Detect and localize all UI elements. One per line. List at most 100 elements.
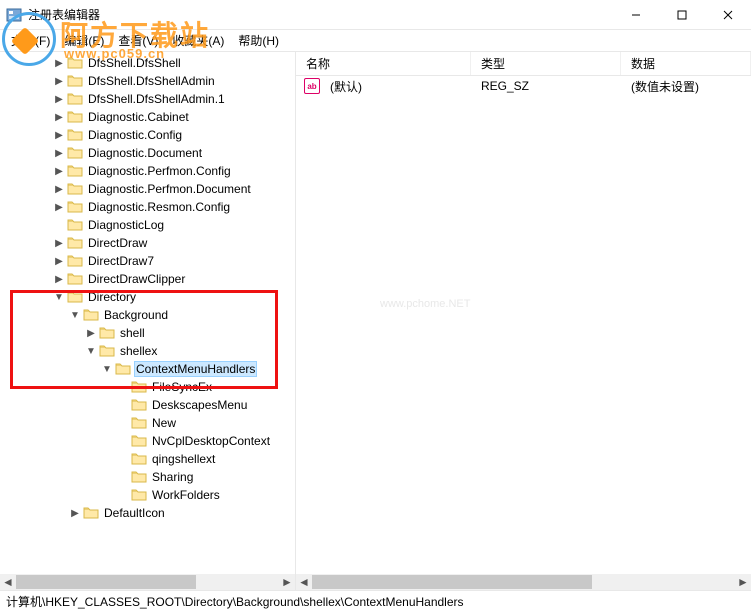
close-button[interactable] [705,0,751,29]
menu-favorites[interactable]: 收藏夹(A) [165,32,231,49]
folder-icon [83,506,99,520]
tree-item-label: Diagnostic.Perfmon.Config [86,164,233,178]
tree-item[interactable]: DeskscapesMenu [0,396,295,414]
menu-file[interactable]: 文件(F) [4,32,57,49]
scroll-left-icon[interactable]: ◄ [296,574,312,590]
tree-item[interactable]: NvCplDesktopContext [0,432,295,450]
scroll-left-icon[interactable]: ◄ [0,574,16,590]
tree-item[interactable]: ▶DirectDraw [0,234,295,252]
menu-view[interactable]: 查看(V) [111,32,165,49]
tree-item-label: Directory [86,290,138,304]
col-data[interactable]: 数据 [621,52,751,75]
tree-item[interactable]: ▶Diagnostic.Resmon.Config [0,198,295,216]
tree-item[interactable]: ▶ DirectDrawClipper [0,270,295,288]
status-path: 计算机\HKEY_CLASSES_ROOT\Directory\Backgrou… [6,593,464,610]
expander-icon[interactable]: ▶ [52,254,66,268]
folder-icon [131,470,147,484]
tree-item[interactable]: ▼shellex [0,342,295,360]
tree-item-label: DeskscapesMenu [150,398,249,412]
tree-item-label: DirectDraw7 [86,254,156,268]
tree-item[interactable]: ▶ DfsShell.DfsShellAdmin [0,72,295,90]
expander-icon[interactable]: ▼ [100,362,114,376]
menu-edit[interactable]: 编辑(E) [57,32,111,49]
scroll-right-icon[interactable]: ► [735,574,751,590]
tree-item[interactable]: ▶Diagnostic.Perfmon.Document [0,180,295,198]
expander-icon[interactable]: ▼ [84,344,98,358]
tree-item[interactable]: ▶ DfsShell.DfsShell [0,54,295,72]
tree-item[interactable]: ▶ Diagnostic.Cabinet [0,108,295,126]
tree-item-label: DefaultIcon [102,506,167,520]
scroll-right-icon[interactable]: ► [279,574,295,590]
expander-icon[interactable]: ▶ [52,74,66,88]
expander-icon[interactable]: ▼ [52,290,66,304]
folder-icon [67,272,83,286]
list-row[interactable]: ab(默认)REG_SZ(数值未设置) [296,76,751,96]
expander-icon[interactable]: ▶ [52,272,66,286]
tree-item-label: DfsShell.DfsShell [86,56,183,70]
tree-item[interactable]: ▼ ContextMenuHandlers [0,360,295,378]
tree-item[interactable]: Sharing [0,468,295,486]
tree-item[interactable]: New [0,414,295,432]
list-hscrollbar[interactable]: ◄ ► [296,574,751,590]
tree-item[interactable]: qingshellext [0,450,295,468]
tree-item-label: DirectDrawClipper [86,272,187,286]
folder-icon [67,200,83,214]
tree-item[interactable]: ▶ Diagnostic.Perfmon.Config [0,162,295,180]
expander-icon[interactable]: ▶ [52,236,66,250]
col-type[interactable]: 类型 [471,52,621,75]
tree-item[interactable]: ▶ Diagnostic.Config [0,126,295,144]
list-body[interactable]: ab(默认)REG_SZ(数值未设置) [296,76,751,576]
folder-icon [131,452,147,466]
tree-item[interactable]: ▶ DefaultIcon [0,504,295,522]
expander-icon[interactable]: ▶ [52,200,66,214]
tree-item[interactable]: ▶Diagnostic.Document [0,144,295,162]
folder-icon [83,308,99,322]
tree-item[interactable]: ▶DfsShell.DfsShellAdmin.1 [0,90,295,108]
tree-item-label: Diagnostic.Cabinet [86,110,191,124]
folder-icon [67,146,83,160]
folder-icon [131,398,147,412]
tree-item-label: New [150,416,178,430]
tree-item[interactable]: WorkFolders [0,486,295,504]
tree-item-label: ContextMenuHandlers [134,361,257,377]
window-title: 注册表编辑器 [28,6,613,23]
folder-icon [67,290,83,304]
menu-bar: 文件(F) 编辑(E) 查看(V) 收藏夹(A) 帮助(H) [0,30,751,52]
tree-pane: ▶DfsShell.DfsShell▶DfsShell.DfsShellAdmi… [0,52,296,590]
expander-icon[interactable]: ▶ [52,56,66,70]
menu-help[interactable]: 帮助(H) [231,32,286,49]
tree-item-label: Diagnostic.Config [86,128,184,142]
tree-item-label: DfsShell.DfsShellAdmin [86,74,217,88]
tree-item-label: Background [102,308,170,322]
expander-icon[interactable]: ▼ [68,308,82,322]
folder-icon [131,434,147,448]
folder-icon [67,128,83,142]
tree-item[interactable]: FileSyncEx [0,378,295,396]
title-bar: 注册表编辑器 [0,0,751,30]
expander-icon[interactable]: ▶ [52,146,66,160]
registry-tree[interactable]: ▶DfsShell.DfsShell▶DfsShell.DfsShellAdmi… [0,52,295,522]
expander-icon[interactable]: ▶ [52,92,66,106]
minimize-button[interactable] [613,0,659,29]
tree-item[interactable]: ▼ Background [0,306,295,324]
folder-icon [99,344,115,358]
tree-item[interactable]: DiagnosticLog [0,216,295,234]
tree-item-label: DiagnosticLog [86,218,166,232]
expander-icon[interactable]: ▶ [52,164,66,178]
tree-item[interactable]: ▶shell [0,324,295,342]
tree-item-label: Sharing [150,470,195,484]
expander-icon[interactable]: ▶ [52,128,66,142]
tree-item[interactable]: ▼ Directory [0,288,295,306]
tree-hscrollbar[interactable]: ◄ ► [0,574,295,590]
maximize-button[interactable] [659,0,705,29]
folder-icon [67,110,83,124]
expander-icon[interactable]: ▶ [68,506,82,520]
tree-item[interactable]: ▶ DirectDraw7 [0,252,295,270]
tree-item-label: WorkFolders [150,488,222,502]
tree-item-label: FileSyncEx [150,380,214,394]
expander-icon[interactable]: ▶ [52,182,66,196]
col-name[interactable]: 名称 [296,52,471,75]
cell-type: REG_SZ [471,79,621,93]
expander-icon[interactable]: ▶ [52,110,66,124]
expander-icon[interactable]: ▶ [84,326,98,340]
